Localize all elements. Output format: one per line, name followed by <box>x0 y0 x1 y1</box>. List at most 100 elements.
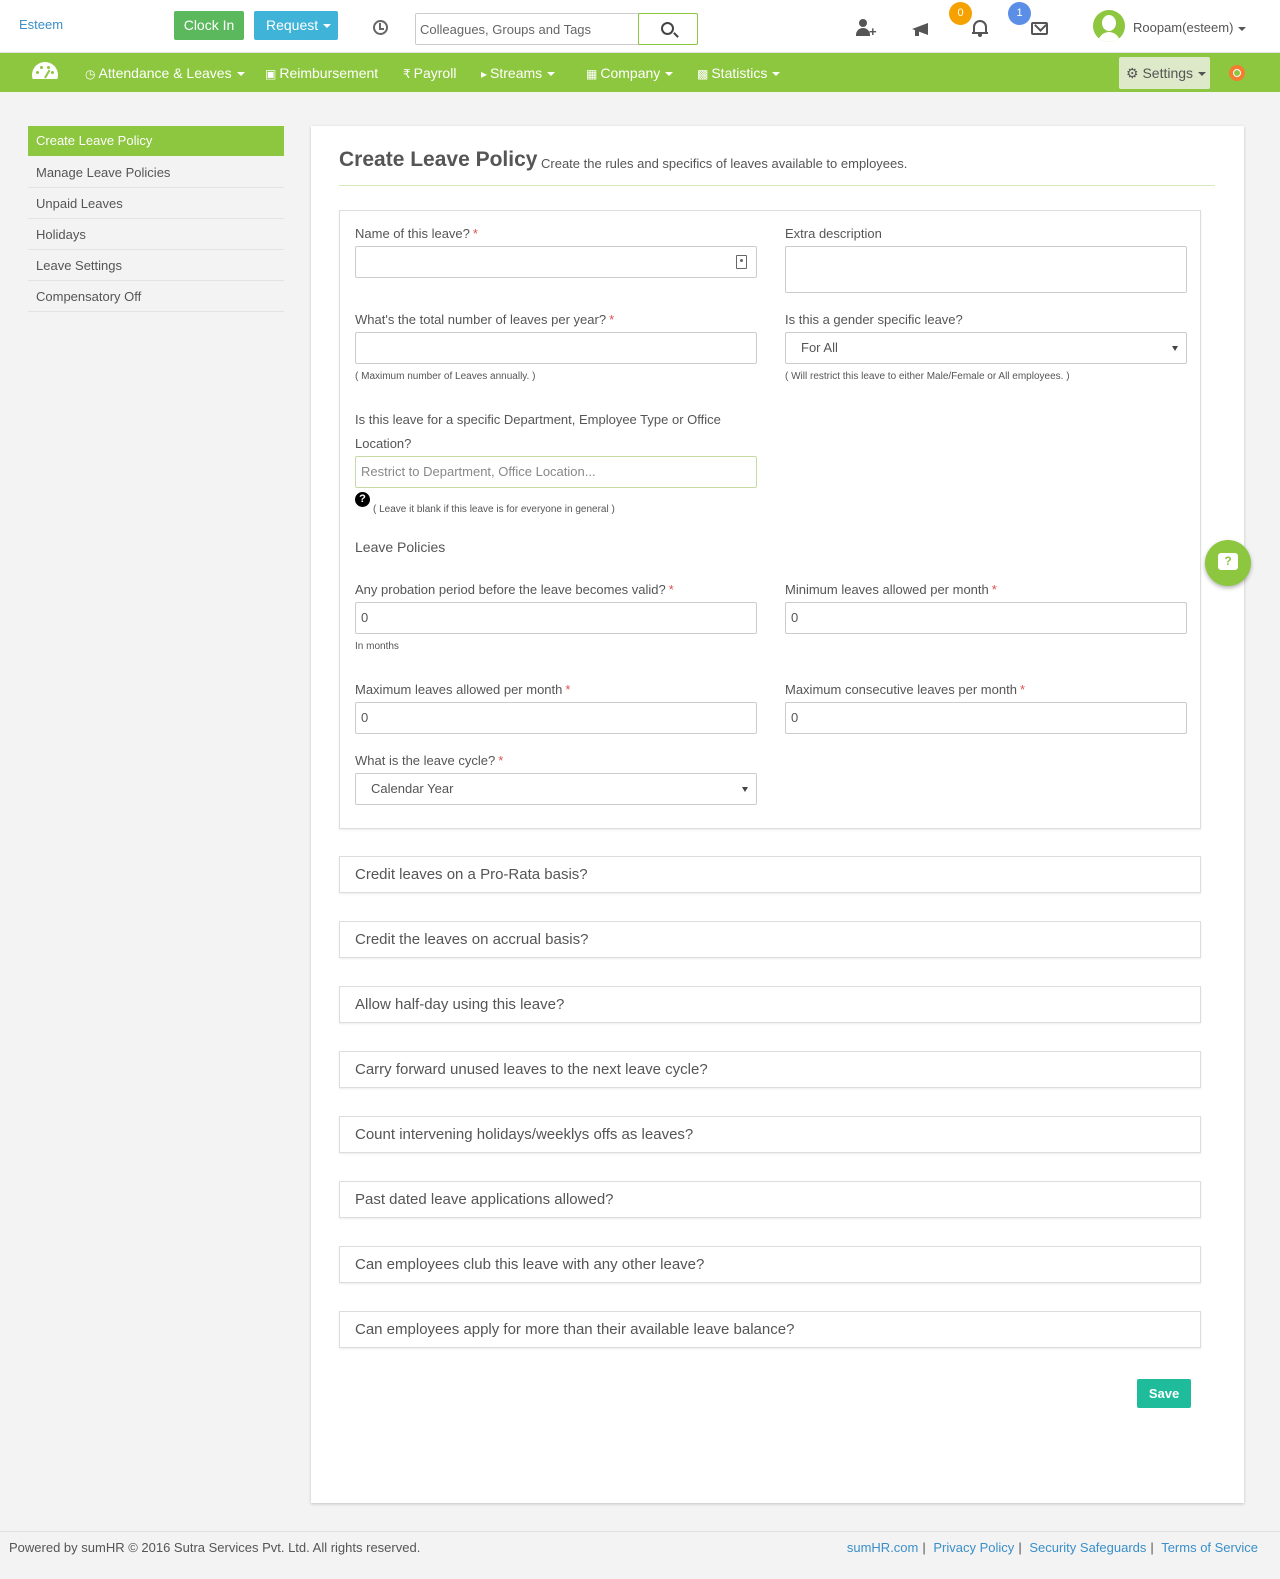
accordion-club-leaves[interactable]: Can employees club this leave with any o… <box>339 1246 1201 1283</box>
gender-select[interactable]: For All <box>785 332 1187 364</box>
sidebar-item-manage-leave-policies[interactable]: Manage Leave Policies <box>28 157 284 188</box>
clock-icon: ◷ <box>85 67 96 81</box>
footer-link-terms[interactable]: Terms of Service <box>1161 1540 1258 1555</box>
nav-label: Payroll <box>413 65 457 81</box>
sidebar-item-compensatory-off[interactable]: Compensatory Off <box>28 281 284 312</box>
chat-help-icon: ? <box>1218 553 1238 570</box>
sidebar-item-holidays[interactable]: Holidays <box>28 219 284 250</box>
help-icon[interactable]: ? <box>355 492 370 507</box>
min-leaves-month-input[interactable]: 0 <box>785 602 1187 634</box>
contact-card-icon <box>736 255 747 269</box>
nav-statistics[interactable]: ▩ Statistics <box>697 65 781 81</box>
dashboard-icon[interactable] <box>32 62 58 89</box>
footer-separator: | <box>922 1540 926 1555</box>
notifications-badge: 0 <box>949 2 972 25</box>
field-label: Extra description <box>785 226 882 241</box>
footer-link-security[interactable]: Security Safeguards <box>1029 1540 1146 1555</box>
footer-copyright: Powered by sumHR © 2016 Sutra Services P… <box>9 1540 421 1555</box>
request-button[interactable]: Request <box>254 11 338 40</box>
total-leaves-hint: ( Maximum number of Leaves annually. ) <box>355 371 536 382</box>
footer-link-privacy[interactable]: Privacy Policy <box>933 1540 1014 1555</box>
clock-in-button[interactable]: Clock In <box>174 11 244 40</box>
gender-select-value: For All <box>801 340 838 355</box>
accordion-accrual[interactable]: Credit the leaves on accrual basis? <box>339 921 1201 958</box>
nav-streams[interactable]: ▸ Streams <box>481 65 556 81</box>
department-restrict-input[interactable]: Restrict to Department, Office Location.… <box>355 456 757 488</box>
leave-cycle-select[interactable]: Calendar Year <box>355 773 757 805</box>
footer: Powered by sumHR © 2016 Sutra Services P… <box>0 1531 1280 1579</box>
caret-down-icon <box>1238 26 1247 31</box>
lifebuoy-icon[interactable] <box>1229 65 1245 81</box>
bell-icon[interactable] <box>972 19 988 37</box>
nav-payroll[interactable]: ₹ Payroll <box>403 65 456 81</box>
sidebar-item-create-leave-policy[interactable]: Create Leave Policy <box>28 126 284 156</box>
chat-help-button[interactable]: ? <box>1205 540 1251 586</box>
footer-separator: | <box>1018 1540 1022 1555</box>
user-menu[interactable]: Roopam(esteem) <box>1133 20 1247 35</box>
total-leaves-input[interactable] <box>355 332 757 364</box>
accordion-exceed-balance[interactable]: Can employees apply for more than their … <box>339 1311 1201 1348</box>
max-leaves-value: 0 <box>361 710 369 725</box>
nav-label: Streams <box>490 65 543 81</box>
caret-down-icon <box>1198 72 1207 77</box>
max-consecutive-input[interactable]: 0 <box>785 702 1187 734</box>
footer-link-sumhr[interactable]: sumHR.com <box>847 1540 919 1555</box>
caret-down-icon <box>665 72 674 77</box>
probation-hint: In months <box>355 641 399 652</box>
accordion-carry-forward[interactable]: Carry forward unused leaves to the next … <box>339 1051 1201 1088</box>
nav-attendance-leaves[interactable]: ◷ Attendance & Leaves <box>85 65 245 81</box>
leave-form: Name of this leave? * Extra description W… <box>339 210 1201 829</box>
nav-label: Company <box>600 65 661 81</box>
gender-hint: ( Will restrict this leave to either Mal… <box>785 371 1070 382</box>
field-label: Location? <box>355 436 412 451</box>
caret-down-icon <box>772 72 781 77</box>
nav-reimbursement[interactable]: ▣ Reimbursement <box>265 65 378 81</box>
megaphone-icon: ▸ <box>481 67 488 81</box>
accordion-intervening-holidays[interactable]: Count intervening holidays/weeklys offs … <box>339 1116 1201 1153</box>
messages-badge: 1 <box>1008 2 1031 25</box>
field-label: What is the leave cycle? * <box>355 753 504 768</box>
megaphone-icon[interactable] <box>912 20 930 36</box>
nav-label: Reimbursement <box>279 65 379 81</box>
page-title: Create Leave Policy <box>339 148 538 171</box>
clock-icon[interactable] <box>373 20 388 35</box>
field-label: Any probation period before the leave be… <box>355 582 674 597</box>
accordion-pro-rata[interactable]: Credit leaves on a Pro-Rata basis? <box>339 856 1201 893</box>
mail-icon[interactable] <box>1031 22 1048 35</box>
accordion-past-dated[interactable]: Past dated leave applications allowed? <box>339 1181 1201 1218</box>
settings-label: Settings <box>1142 65 1194 81</box>
sidebar: Create Leave Policy Manage Leave Policie… <box>28 126 284 312</box>
search-button[interactable] <box>638 13 698 45</box>
footer-links: sumHR.com | Privacy Policy | Security Safe… <box>847 1540 1258 1555</box>
field-label: Maximum consecutive leaves per month * <box>785 682 1025 697</box>
brand-link[interactable]: Esteem <box>19 17 63 32</box>
main-card: Create Leave Policy Create the rules and… <box>311 126 1244 1503</box>
request-button-label: Request <box>266 17 319 33</box>
sidebar-item-leave-settings[interactable]: Leave Settings <box>28 250 284 281</box>
building-icon: ▦ <box>586 67 598 81</box>
main-nav: ◷ Attendance & Leaves ▣ Reimbursement ₹ Pay… <box>0 53 1280 92</box>
field-label: Is this leave for a specific Department,… <box>355 412 721 427</box>
avatar[interactable] <box>1093 10 1125 42</box>
max-leaves-month-input[interactable]: 0 <box>355 702 757 734</box>
nav-label: Attendance & Leaves <box>98 65 232 81</box>
field-label: Minimum leaves allowed per month * <box>785 582 997 597</box>
extra-description-textarea[interactable] <box>785 246 1187 293</box>
select-arrow-icon <box>742 787 748 792</box>
search-icon <box>661 22 674 35</box>
accordion-half-day[interactable]: Allow half-day using this leave? <box>339 986 1201 1023</box>
probation-value: 0 <box>361 610 369 625</box>
nav-company[interactable]: ▦ Company <box>586 65 674 81</box>
search-input[interactable] <box>416 14 638 44</box>
money-icon: ▣ <box>265 67 277 81</box>
sidebar-item-unpaid-leaves[interactable]: Unpaid Leaves <box>28 188 284 219</box>
caret-down-icon <box>323 24 332 29</box>
add-user-icon[interactable]: + <box>856 19 877 38</box>
settings-menu[interactable]: ⚙ Settings <box>1119 57 1210 89</box>
save-button[interactable]: Save <box>1137 1379 1191 1408</box>
department-restrict-placeholder: Restrict to Department, Office Location.… <box>361 464 596 479</box>
leave-name-input[interactable] <box>355 246 757 278</box>
probation-input[interactable]: 0 <box>355 602 757 634</box>
min-leaves-value: 0 <box>791 610 799 625</box>
gear-icon: ⚙ <box>1126 65 1139 81</box>
